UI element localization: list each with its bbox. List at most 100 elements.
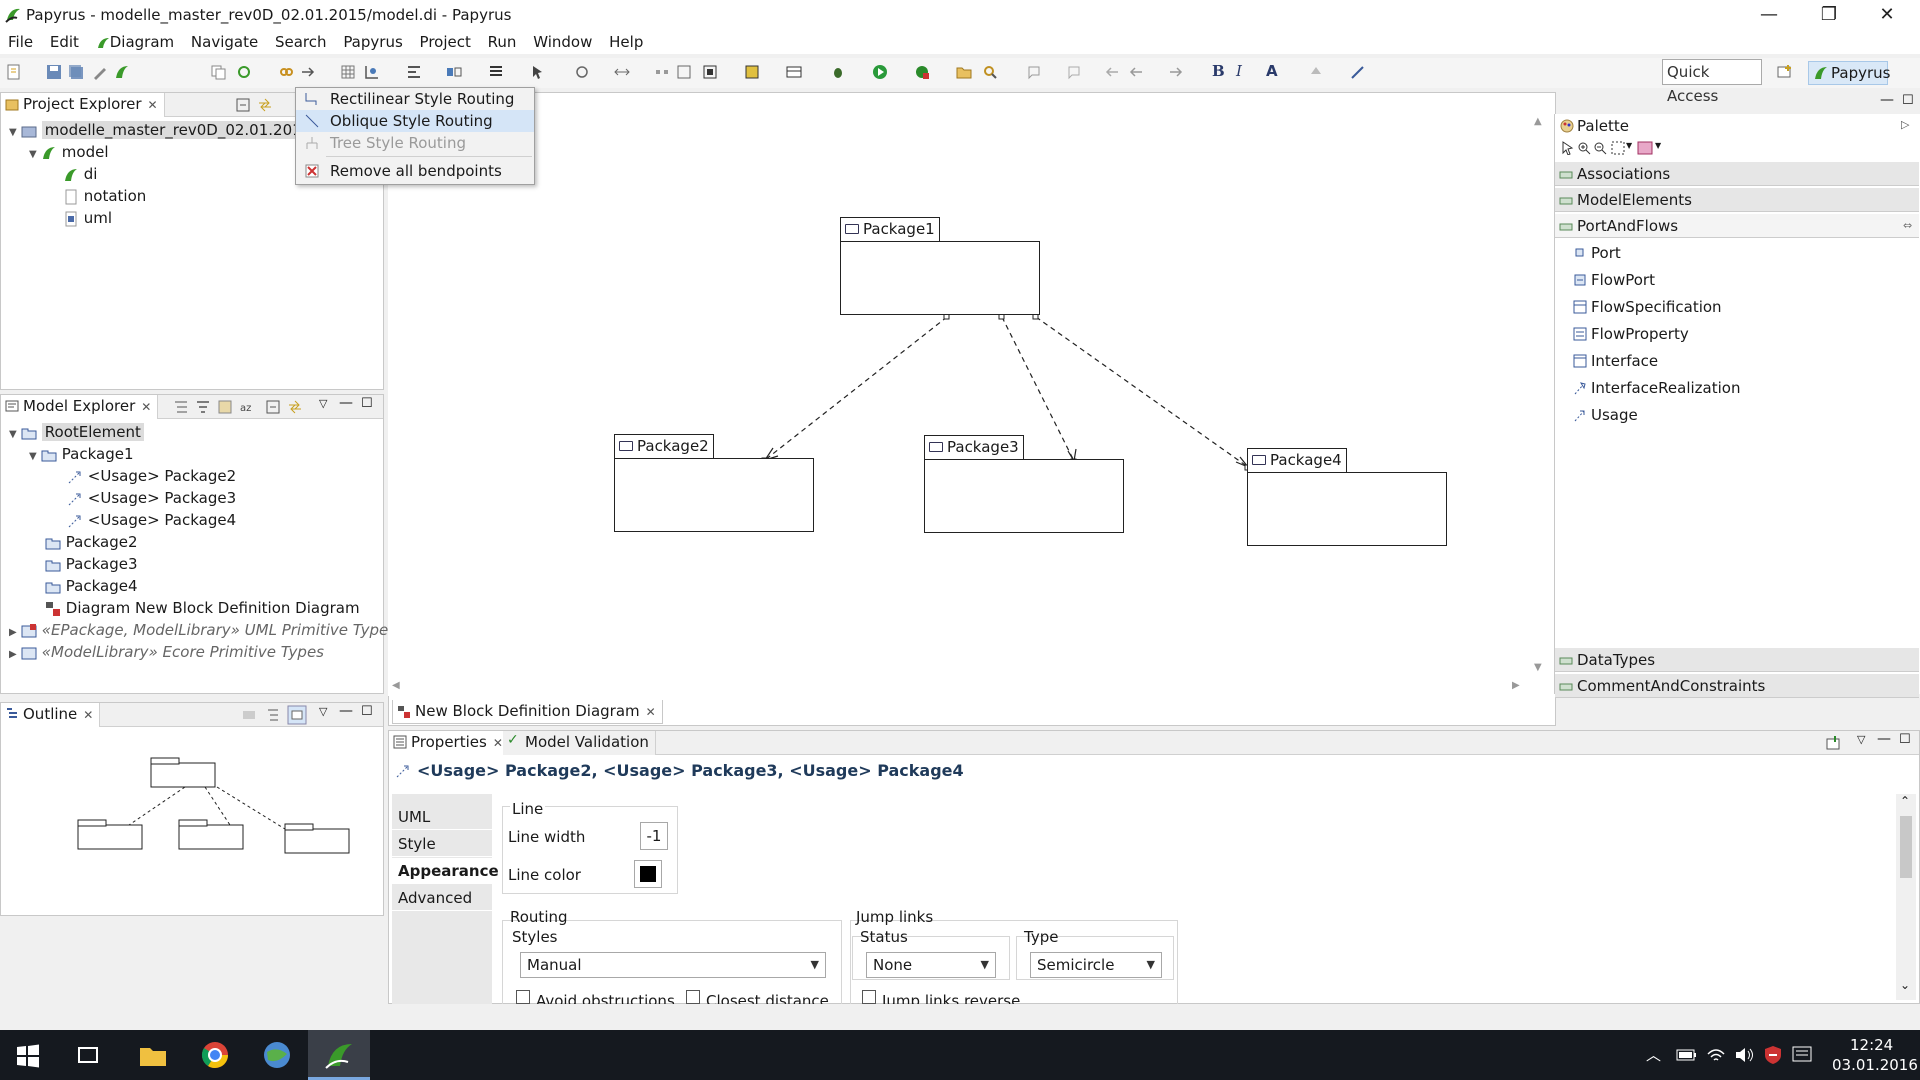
close-icon[interactable]: ✕ xyxy=(83,708,93,722)
tree-item-usage-package2[interactable]: <Usage> Package2 xyxy=(67,465,236,487)
file-explorer-icon[interactable] xyxy=(138,1040,168,1070)
palette-collapse-icon[interactable]: ▷ xyxy=(1901,118,1909,131)
outline-preview[interactable] xyxy=(5,731,379,911)
package3-body[interactable] xyxy=(924,459,1124,533)
arrow-right-icon[interactable] xyxy=(300,64,316,80)
distribute-icon[interactable] xyxy=(654,64,670,80)
restore-button[interactable]: ❐ xyxy=(1806,2,1852,28)
line-width-input[interactable]: -1 xyxy=(640,822,668,850)
package2-body[interactable] xyxy=(614,458,814,532)
view-menu-icon[interactable]: ▽ xyxy=(1857,733,1865,746)
windows-start-icon[interactable] xyxy=(16,1044,40,1068)
close-icon[interactable]: ✕ xyxy=(141,400,151,414)
close-button[interactable]: ✕ xyxy=(1864,2,1910,28)
collapse-all-icon[interactable] xyxy=(235,97,251,113)
vertical-scrollbar[interactable]: ▲ ▼ xyxy=(1532,114,1548,678)
layout-icon[interactable] xyxy=(446,64,462,80)
minimize-button[interactable]: — xyxy=(1746,2,1792,28)
scroll-down-icon[interactable]: ▼ xyxy=(1534,662,1542,673)
package1-tab[interactable]: Package1 xyxy=(840,217,940,241)
align-icon[interactable] xyxy=(406,64,422,80)
usage-connector-package2[interactable] xyxy=(764,316,948,461)
tab-properties[interactable]: Properties ✕ xyxy=(389,731,510,755)
refresh-icon[interactable] xyxy=(236,64,252,80)
action-center-icon[interactable] xyxy=(1792,1046,1812,1064)
tree-item-usage-package3[interactable]: <Usage> Package3 xyxy=(67,487,236,509)
tree-item-root-element[interactable]: ▼ RootElement xyxy=(9,421,144,443)
overview-icon[interactable] xyxy=(287,705,307,725)
sort-icon[interactable]: az xyxy=(239,399,255,415)
tree-view-icon[interactable] xyxy=(173,399,189,415)
usage-connector-package4[interactable] xyxy=(1035,316,1249,468)
closest-distance-checkbox[interactable] xyxy=(686,990,700,1004)
palette-item-flowproperty[interactable]: FlowProperty xyxy=(1573,321,1689,347)
diagram-canvas[interactable]: Package1 Package2 Package3 Package4 xyxy=(388,114,1548,694)
minimize-icon[interactable]: — xyxy=(1877,731,1891,747)
tree-item-ecore-primitive-types[interactable]: ▶ «ModelLibrary» Ecore Primitive Types xyxy=(9,641,324,663)
di-file-item[interactable]: di xyxy=(63,163,97,185)
styles-select[interactable]: Manual ▼ xyxy=(520,952,826,978)
minimize-icon[interactable]: — xyxy=(339,703,353,719)
scrollbar-thumb[interactable] xyxy=(1900,816,1912,878)
tree-item-package3[interactable]: Package3 xyxy=(45,553,138,575)
quick-access-input[interactable]: Quick Access xyxy=(1662,59,1762,105)
dropdown-icon[interactable]: ▼ xyxy=(1626,141,1632,150)
wifi-icon[interactable] xyxy=(1706,1046,1726,1064)
next-annotation-icon[interactable] xyxy=(1066,64,1082,80)
tab-model-validation[interactable]: ✓ Model Validation xyxy=(503,731,656,755)
scroll-left-icon[interactable]: ◀ xyxy=(392,680,400,691)
side-tab-appearance[interactable]: Appearance xyxy=(392,858,499,884)
routing-icon[interactable] xyxy=(364,64,380,80)
menu-papyrus[interactable]: Papyrus xyxy=(337,30,408,54)
tray-chevron-up-icon[interactable]: ︿ xyxy=(1646,1044,1661,1065)
maximize-icon[interactable]: ☐ xyxy=(1899,732,1911,747)
tree-item-diagram[interactable]: Diagram New Block Definition Diagram xyxy=(45,597,360,619)
notation-file-item[interactable]: notation xyxy=(63,185,146,207)
globe-app-icon[interactable] xyxy=(262,1040,292,1070)
package4-tab[interactable]: Package4 xyxy=(1247,448,1347,472)
view-menu-icon[interactable]: ▽ xyxy=(319,397,327,410)
maximize-icon[interactable]: ☐ xyxy=(361,396,373,411)
fill-color-icon[interactable] xyxy=(1308,64,1324,80)
palette-drawer-datatypes[interactable]: DataTypes xyxy=(1555,648,1919,672)
tab-new-block-definition-diagram[interactable]: New Block Definition Diagram ✕ xyxy=(392,700,663,724)
bold-button[interactable]: B xyxy=(1212,62,1228,80)
type-select[interactable]: Semicircle ▼ xyxy=(1030,952,1162,978)
side-tab-style[interactable]: Style xyxy=(392,831,492,857)
package1-body[interactable] xyxy=(840,241,1040,315)
menu-file[interactable]: File xyxy=(2,30,39,54)
customize-icon[interactable] xyxy=(217,399,233,415)
tab-model-explorer[interactable]: Model Explorer ✕ xyxy=(1,395,159,419)
save-all-icon[interactable] xyxy=(68,64,84,80)
palette-item-flowport[interactable]: FlowPort xyxy=(1573,267,1655,293)
frame-icon[interactable] xyxy=(676,64,692,80)
palette-drawer-port-and-flows[interactable]: PortAndFlows ⇔ xyxy=(1555,214,1919,238)
palette-drawer-model-elements[interactable]: ModelElements xyxy=(1555,188,1919,212)
open-perspective-icon[interactable] xyxy=(1777,64,1793,80)
minimize-icon[interactable]: — xyxy=(1880,92,1894,108)
model-tree-item[interactable]: ▼ model xyxy=(29,141,109,163)
palette-drawer-comment-and-constraints[interactable]: CommentAndConstraints xyxy=(1555,674,1919,698)
dropdown-icon[interactable]: ▼ xyxy=(1655,141,1661,150)
search-icon[interactable] xyxy=(982,64,998,80)
list-icon[interactable] xyxy=(488,64,504,80)
horizontal-arrows-icon[interactable] xyxy=(614,64,630,80)
palette-item-interface[interactable]: Interface xyxy=(1573,348,1658,374)
group-icon[interactable] xyxy=(702,64,718,80)
maximize-icon[interactable]: ☐ xyxy=(1902,93,1914,108)
taskbar-papyrus-app[interactable] xyxy=(308,1030,370,1080)
chrome-icon[interactable] xyxy=(200,1040,230,1070)
link-with-editor-icon[interactable] xyxy=(257,97,273,113)
italic-button[interactable]: I xyxy=(1236,62,1252,80)
menu-window[interactable]: Window xyxy=(527,30,598,54)
side-tab-uml[interactable]: UML xyxy=(392,804,492,830)
select-icon[interactable] xyxy=(530,64,546,80)
battery-icon[interactable] xyxy=(1676,1048,1698,1062)
properties-scrollbar[interactable]: ⌃ ⌄ xyxy=(1896,794,1916,1000)
tab-outline[interactable]: Outline ✕ xyxy=(1,703,101,727)
select-tool-icon[interactable] xyxy=(1561,141,1575,155)
save-icon[interactable] xyxy=(46,64,62,80)
palette-drawer-associations[interactable]: Associations xyxy=(1555,162,1919,186)
menu-item-oblique-routing[interactable]: Oblique Style Routing xyxy=(296,110,534,132)
zoom-in-icon[interactable] xyxy=(1577,141,1591,155)
